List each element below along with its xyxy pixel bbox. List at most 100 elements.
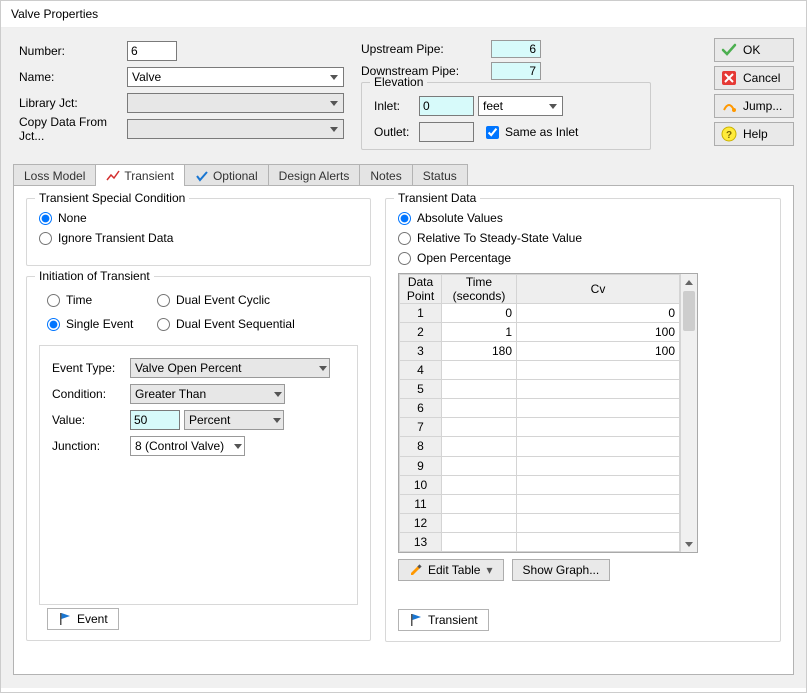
cell-cv[interactable] xyxy=(517,456,680,475)
tab-status[interactable]: Status xyxy=(412,164,468,186)
chevron-down-icon xyxy=(545,98,560,114)
cell-cv[interactable] xyxy=(517,532,680,551)
tsc-title: Transient Special Condition xyxy=(35,191,189,205)
cell-cv[interactable] xyxy=(517,380,680,399)
grid-scrollbar[interactable] xyxy=(680,274,697,552)
col-cv: Cv xyxy=(517,275,680,304)
tab-loss-model[interactable]: Loss Model xyxy=(13,164,96,186)
tab-notes[interactable]: Notes xyxy=(359,164,412,186)
init-time-radio[interactable] xyxy=(47,294,60,307)
cell-time[interactable] xyxy=(442,456,517,475)
jump-button[interactable]: Jump... xyxy=(714,94,794,118)
same-as-inlet-checkbox[interactable] xyxy=(486,126,499,139)
cell-time[interactable] xyxy=(442,494,517,513)
tab-optional[interactable]: Optional xyxy=(184,164,269,186)
cell-time[interactable]: 1 xyxy=(442,323,517,342)
inlet-input[interactable] xyxy=(419,96,474,116)
help-label: Help xyxy=(743,127,768,141)
scroll-down-icon[interactable] xyxy=(681,536,697,552)
table-row[interactable]: 3180100 xyxy=(400,342,680,361)
inlet-label: Inlet: xyxy=(374,99,419,113)
scroll-up-icon[interactable] xyxy=(681,274,697,290)
row-index: 7 xyxy=(400,418,442,437)
same-as-inlet-label: Same as Inlet xyxy=(505,125,578,139)
cell-cv[interactable] xyxy=(517,418,680,437)
bottom-tab-event[interactable]: Event xyxy=(47,608,119,630)
value-unit-combobox[interactable]: Percent xyxy=(184,410,284,430)
copy-combobox[interactable] xyxy=(127,119,344,139)
cell-time[interactable] xyxy=(442,361,517,380)
tsc-none-radio[interactable] xyxy=(39,212,52,225)
chevron-down-icon xyxy=(273,418,281,423)
condition-combobox[interactable]: Greater Than xyxy=(130,384,285,404)
table-row[interactable]: 21100 xyxy=(400,323,680,342)
name-combobox[interactable]: Valve xyxy=(127,67,344,87)
edit-table-button[interactable]: Edit Table ▾ xyxy=(398,559,504,581)
number-label: Number: xyxy=(19,44,127,58)
transient-data-grid[interactable]: Data Point Time (seconds) Cv 10021100318… xyxy=(398,273,698,553)
tsc-none-label: None xyxy=(58,211,87,225)
table-row[interactable]: 4 xyxy=(400,361,680,380)
value-input[interactable] xyxy=(130,410,180,430)
junction-label: Junction: xyxy=(52,439,130,453)
cell-cv[interactable] xyxy=(517,361,680,380)
outlet-input[interactable] xyxy=(419,122,474,142)
table-row[interactable]: 100 xyxy=(400,304,680,323)
table-row[interactable]: 10 xyxy=(400,475,680,494)
cell-time[interactable] xyxy=(442,418,517,437)
jump-icon xyxy=(721,98,737,114)
bottom-tab-transient[interactable]: Transient xyxy=(398,609,489,631)
cell-cv[interactable]: 100 xyxy=(517,342,680,361)
cell-cv[interactable]: 100 xyxy=(517,323,680,342)
cell-time[interactable] xyxy=(442,437,517,456)
table-row[interactable]: 7 xyxy=(400,418,680,437)
init-cyclic-radio[interactable] xyxy=(157,294,170,307)
cell-cv[interactable] xyxy=(517,399,680,418)
chevron-down-icon xyxy=(326,121,341,137)
cell-cv[interactable] xyxy=(517,513,680,532)
help-button[interactable]: ? Help xyxy=(714,122,794,146)
table-row[interactable]: 6 xyxy=(400,399,680,418)
cell-time[interactable]: 0 xyxy=(442,304,517,323)
table-row[interactable]: 13 xyxy=(400,532,680,551)
tab-strip: Loss Model Transient Optional Design Ale… xyxy=(13,164,794,186)
cell-time[interactable] xyxy=(442,475,517,494)
number-input[interactable] xyxy=(127,41,177,61)
ok-button[interactable]: OK xyxy=(714,38,794,62)
tdata-openpct-radio[interactable] xyxy=(398,252,411,265)
inlet-unit-combobox[interactable]: feet xyxy=(478,96,563,116)
init-seq-radio[interactable] xyxy=(157,318,170,331)
cell-time[interactable] xyxy=(442,532,517,551)
tdata-absolute-radio[interactable] xyxy=(398,212,411,225)
library-combobox[interactable] xyxy=(127,93,344,113)
cell-cv[interactable] xyxy=(517,437,680,456)
cell-time[interactable]: 180 xyxy=(442,342,517,361)
cell-cv[interactable]: 0 xyxy=(517,304,680,323)
tdata-relative-radio[interactable] xyxy=(398,232,411,245)
row-index: 3 xyxy=(400,342,442,361)
row-index: 8 xyxy=(400,437,442,456)
event-type-combobox[interactable]: Valve Open Percent xyxy=(130,358,330,378)
show-graph-button[interactable]: Show Graph... xyxy=(512,559,611,581)
tab-transient[interactable]: Transient xyxy=(95,164,185,186)
cell-time[interactable] xyxy=(442,380,517,399)
tsc-ignore-radio[interactable] xyxy=(39,232,52,245)
tdata-title: Transient Data xyxy=(394,191,480,205)
tab-design-alerts[interactable]: Design Alerts xyxy=(268,164,361,186)
scroll-thumb[interactable] xyxy=(683,291,695,331)
cell-time[interactable] xyxy=(442,399,517,418)
table-row[interactable]: 11 xyxy=(400,494,680,513)
cell-time[interactable] xyxy=(442,513,517,532)
init-single-radio[interactable] xyxy=(47,318,60,331)
data-table[interactable]: Data Point Time (seconds) Cv 10021100318… xyxy=(399,274,680,552)
table-row[interactable]: 5 xyxy=(400,380,680,399)
junction-combobox[interactable]: 8 (Control Valve) xyxy=(130,436,245,456)
cancel-button[interactable]: Cancel xyxy=(714,66,794,90)
row-index: 12 xyxy=(400,513,442,532)
table-row[interactable]: 8 xyxy=(400,437,680,456)
cell-cv[interactable] xyxy=(517,494,680,513)
table-row[interactable]: 9 xyxy=(400,456,680,475)
upstream-value: 6 xyxy=(491,40,541,58)
table-row[interactable]: 12 xyxy=(400,513,680,532)
cell-cv[interactable] xyxy=(517,475,680,494)
